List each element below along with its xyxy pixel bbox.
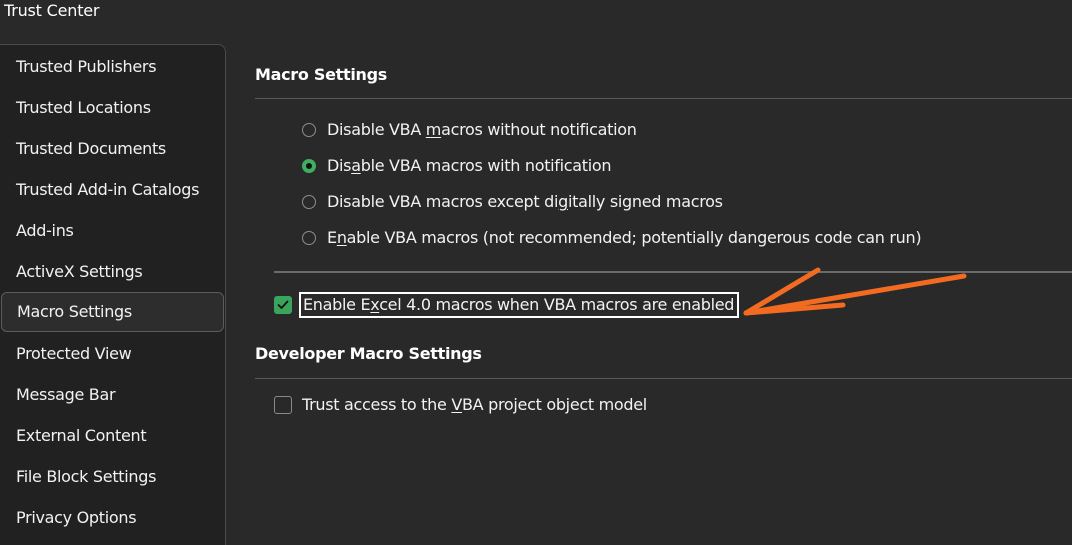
option-label: Disable VBA macros with notification [327, 156, 611, 175]
radio-button-selected[interactable] [302, 159, 316, 173]
sidebar-item-macro-settings[interactable]: Macro Settings [1, 292, 224, 332]
sidebar-nav: Trusted Publishers Trusted Locations Tru… [0, 44, 226, 545]
option-label: Disable VBA macros except digitally sign… [327, 192, 723, 211]
window-title: Trust Center [4, 1, 99, 20]
macro-settings-divider [255, 98, 1072, 99]
sidebar-item-trusted-add-in-catalogs[interactable]: Trusted Add-in Catalogs [0, 170, 223, 208]
checkmark-icon [277, 300, 289, 310]
sidebar-item-protected-view[interactable]: Protected View [0, 334, 223, 372]
checkbox-unchecked[interactable] [274, 396, 292, 414]
developer-settings-divider [255, 378, 1072, 379]
sidebar-item-message-bar[interactable]: Message Bar [0, 375, 223, 413]
radio-button[interactable] [302, 123, 316, 137]
sidebar-item-external-content[interactable]: External Content [0, 416, 223, 454]
radio-enable-all-macros[interactable]: Enable VBA macros (not recommended; pote… [302, 228, 921, 247]
checkbox-enable-excel4-macros[interactable]: Enable Excel 4.0 macros when VBA macros … [274, 292, 739, 318]
highlighted-option-label: Enable Excel 4.0 macros when VBA macros … [299, 292, 739, 318]
options-divider [274, 271, 1072, 273]
radio-button[interactable] [302, 195, 316, 209]
developer-macro-settings-heading: Developer Macro Settings [255, 344, 482, 363]
option-label: Enable VBA macros (not recommended; pote… [327, 228, 921, 247]
sidebar-item-trusted-locations[interactable]: Trusted Locations [0, 88, 223, 126]
sidebar-item-add-ins[interactable]: Add-ins [0, 211, 223, 249]
radio-disable-with-notification[interactable]: Disable VBA macros with notification [302, 156, 611, 175]
main-panel: Macro Settings Disable VBA macros withou… [226, 44, 1072, 523]
sidebar-item-trusted-documents[interactable]: Trusted Documents [0, 129, 223, 167]
sidebar-item-privacy-options[interactable]: Privacy Options [0, 498, 223, 536]
radio-disable-except-signed[interactable]: Disable VBA macros except digitally sign… [302, 192, 723, 211]
option-label: Disable VBA macros without notification [327, 120, 637, 139]
checkbox-trust-vba-object-model[interactable]: Trust access to the VBA project object m… [274, 395, 647, 414]
sidebar-item-activex-settings[interactable]: ActiveX Settings [0, 252, 223, 290]
radio-disable-without-notification[interactable]: Disable VBA macros without notification [302, 120, 637, 139]
checkbox-checked[interactable] [274, 296, 292, 314]
macro-settings-heading: Macro Settings [255, 65, 387, 84]
sidebar-item-trusted-publishers[interactable]: Trusted Publishers [0, 47, 223, 85]
radio-button[interactable] [302, 231, 316, 245]
sidebar-item-file-block-settings[interactable]: File Block Settings [0, 457, 223, 495]
option-label: Trust access to the VBA project object m… [302, 395, 647, 414]
